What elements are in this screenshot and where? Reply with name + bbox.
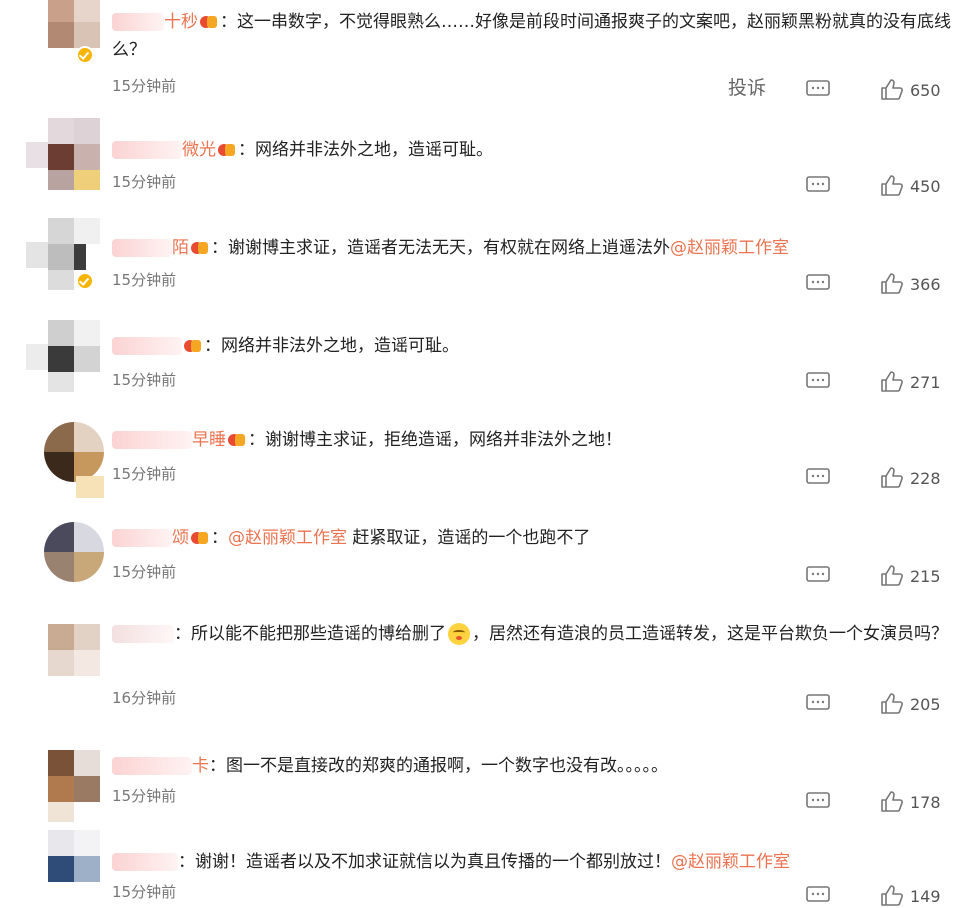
like-count: 149: [910, 887, 941, 906]
report-button[interactable]: 投诉: [728, 76, 766, 100]
comment-time: 15分钟前: [112, 371, 177, 389]
verified-badge-icon: [76, 46, 94, 64]
like-count: 450: [910, 177, 941, 196]
comment-feed: 十秒 ：这一串数字，不觉得眼熟么……好像是前段时间通报爽子的文案吧，赵丽颖黑粉就真…: [0, 0, 966, 906]
smirk-emoji-icon: [448, 623, 470, 645]
avatar-pixel: [76, 476, 104, 498]
comment-time: 15分钟前: [112, 77, 177, 95]
comment-text: 微光 ：网络并非法外之地，造谣可耻。: [112, 136, 952, 164]
fan-badge-icon: [184, 339, 202, 353]
comment-bubble-icon[interactable]: [806, 176, 830, 194]
username[interactable]: 颂: [112, 528, 189, 548]
fan-badge-icon: [200, 15, 218, 29]
like-count: 366: [910, 275, 941, 294]
comment-bubble-icon[interactable]: [806, 468, 830, 486]
avatar[interactable]: [48, 624, 104, 696]
avatar[interactable]: [44, 422, 104, 482]
comment-text: 颂：@赵丽颖工作室 赶紧取证，造谣的一个也跑不了: [112, 524, 952, 552]
comment-time: 16分钟前: [112, 689, 177, 707]
comment-text: ：所以能不能把那些造谣的博给删了 ，居然还有造浪的员工造谣转发，这是平台欺负一个女…: [112, 620, 952, 648]
fan-badge-icon: [191, 241, 209, 255]
thumbs-up-icon[interactable]: [880, 692, 904, 714]
like-count: 205: [910, 695, 941, 714]
like-count: 271: [910, 373, 941, 392]
username[interactable]: [112, 624, 174, 644]
comment-bubble-icon[interactable]: [806, 792, 830, 810]
username[interactable]: 早睡: [112, 430, 226, 450]
comment-text: 陌：谢谢博主求证，造谣者无法无天，有权就在网络上逍遥法外@赵丽颖工作室: [112, 234, 952, 262]
thumbs-up-icon[interactable]: [880, 564, 904, 586]
like-count: 178: [910, 793, 941, 812]
avatar[interactable]: [26, 320, 104, 392]
thumbs-up-icon[interactable]: [880, 466, 904, 488]
comment-bubble-icon[interactable]: [806, 372, 830, 390]
username[interactable]: [112, 336, 182, 356]
thumbs-up-icon[interactable]: [880, 884, 904, 906]
comment-bubble-icon[interactable]: [806, 566, 830, 584]
comment-bubble-icon[interactable]: [806, 274, 830, 292]
comment-time: 15分钟前: [112, 173, 177, 191]
fan-badge-icon: [218, 143, 236, 157]
comment-bubble-icon[interactable]: [806, 886, 830, 904]
thumbs-up-icon[interactable]: [880, 370, 904, 392]
comment-bubble-icon[interactable]: [806, 80, 830, 98]
avatar[interactable]: [48, 830, 104, 902]
mention-link[interactable]: @赵丽颖工作室: [671, 852, 790, 872]
username[interactable]: 陌: [112, 238, 189, 258]
mention-link[interactable]: @赵丽颖工作室: [670, 238, 789, 258]
fan-badge-icon: [228, 433, 246, 447]
comment-time: 15分钟前: [112, 563, 177, 581]
thumbs-up-icon[interactable]: [880, 174, 904, 196]
like-count: 215: [910, 567, 941, 586]
username[interactable]: 微光: [112, 140, 216, 160]
username[interactable]: 卡: [112, 756, 209, 776]
thumbs-up-icon[interactable]: [880, 78, 904, 100]
thumbs-up-icon[interactable]: [880, 790, 904, 812]
comment-time: 15分钟前: [112, 271, 177, 289]
comment-text: ：谢谢！造谣者以及不加求证就信以为真且传播的一个都别放过！@赵丽颖工作室: [112, 848, 952, 876]
comment-text: 十秒 ：这一串数字，不觉得眼熟么……好像是前段时间通报爽子的文案吧，赵丽颖黑粉就真…: [112, 12, 951, 60]
comment-text: 早睡 ：谢谢博主求证，拒绝造谣，网络并非法外之地！: [112, 426, 952, 454]
avatar[interactable]: [48, 750, 104, 822]
avatar[interactable]: [26, 118, 104, 190]
comment-time: 15分钟前: [112, 883, 177, 901]
like-count: 228: [910, 469, 941, 488]
comment-time: 15分钟前: [112, 465, 177, 483]
like-count: 650: [910, 81, 941, 100]
comment-text: 卡：图一不是直接改的郑爽的通报啊，一个数字也没有改。。。。。: [112, 752, 952, 780]
verified-badge-icon: [76, 272, 94, 290]
thumbs-up-icon[interactable]: [880, 272, 904, 294]
fan-badge-icon: [191, 531, 209, 545]
comment-text: ：网络并非法外之地，造谣可耻。: [112, 332, 952, 360]
comment-time: 15分钟前: [112, 787, 177, 805]
mention-link[interactable]: @赵丽颖工作室: [228, 528, 347, 548]
username[interactable]: [112, 852, 178, 872]
comment-bubble-icon[interactable]: [806, 694, 830, 712]
username[interactable]: 十秒: [112, 12, 198, 32]
avatar[interactable]: [44, 522, 104, 582]
